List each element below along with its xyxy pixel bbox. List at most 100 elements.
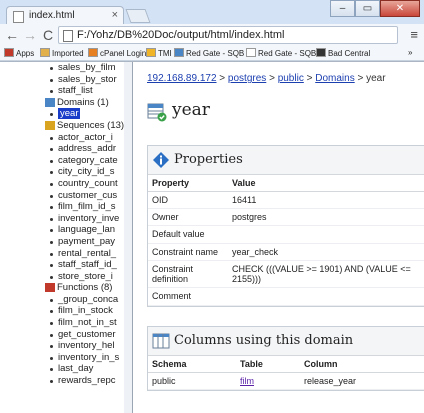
col-value-header: Value	[228, 175, 424, 192]
bookmark-item[interactable]: cPanel Login	[88, 48, 146, 58]
breadcrumb-schema-link[interactable]: public	[278, 73, 304, 84]
bookmarks-bar: Apps Imported cPanel Login TMI Red Gate - SQ…	[0, 46, 424, 61]
bookmark-icon	[40, 48, 50, 57]
tree-item-label: store_store_i	[58, 270, 113, 282]
bookmark-label: Bad Central	[328, 49, 371, 58]
tree-item[interactable]: inventory_inve	[0, 213, 124, 225]
new-tab-button[interactable]	[125, 9, 151, 23]
tree-item[interactable]: sales_by_film	[0, 62, 124, 74]
bookmark-label: Red Gate - SQB 6	[186, 49, 251, 58]
property-property-cell: Comment	[148, 287, 228, 306]
restore-button[interactable]: ▭	[355, 0, 380, 17]
tree-item-label: city_city_id_s	[58, 166, 115, 178]
column-cell: release_year	[300, 372, 424, 390]
tree-item[interactable]: get_customer	[0, 329, 124, 341]
bookmark-icon	[88, 48, 98, 57]
tree-group-label: Sequences (13)	[57, 119, 125, 131]
tree-item[interactable]: store_store_i	[0, 271, 124, 283]
tree-item[interactable]: actor_actor_i	[0, 132, 124, 144]
navigation-tree-pane[interactable]: sales_by_film sales_by_stor staff_list Doma…	[0, 62, 125, 413]
bookmark-item[interactable]: Apps	[4, 48, 34, 58]
tree-group[interactable]: Domains (1)	[0, 97, 124, 109]
pane-splitter[interactable]	[124, 62, 133, 413]
tree-item-label: film_film_id_s	[58, 201, 116, 213]
columns-icon	[152, 333, 170, 349]
tree-item[interactable]: film_not_in_st	[0, 317, 124, 329]
property-property-cell: Constraint name	[148, 243, 228, 261]
bookmark-item[interactable]: Red Gate - SQB 6	[174, 48, 251, 58]
property-property-cell: Constraint definition	[148, 260, 228, 288]
breadcrumb-domains-link[interactable]: Domains	[315, 73, 354, 84]
main-pane: 192.168.89.172 > postgres > public > Dom…	[134, 62, 424, 413]
tree-item[interactable]: year	[0, 108, 124, 120]
reload-icon[interactable]: C	[40, 27, 56, 43]
address-bar[interactable]: F:/Yohz/DB%20Doc/output/html/index.html	[58, 26, 398, 44]
tree-item-label: inventory_hel	[58, 340, 115, 352]
minimize-button[interactable]: –	[330, 0, 355, 17]
tab-close-icon[interactable]: ×	[112, 9, 118, 21]
bookmark-icon	[4, 48, 14, 57]
tree-group[interactable]: Sequences (13)	[0, 120, 124, 132]
bookmark-item[interactable]: Imported	[40, 48, 84, 58]
bookmark-item[interactable]: Red Gate - SQB 7	[246, 48, 323, 58]
content-area: sales_by_film sales_by_stor staff_list Doma…	[0, 61, 424, 413]
tree-item[interactable]: language_lan	[0, 224, 124, 236]
tab-strip: index.html × – ▭ ✕	[0, 0, 424, 24]
tree-item[interactable]: last_day	[0, 363, 124, 375]
columns-using-panel: Columns using this domain Schema Table C…	[147, 326, 424, 391]
properties-header: Properties	[148, 146, 424, 175]
tree-item[interactable]: _group_conca	[0, 294, 124, 306]
bookmark-label: cPanel Login	[100, 49, 147, 58]
tree-item[interactable]: film_film_id_s	[0, 201, 124, 213]
tree-item[interactable]: customer_cus	[0, 190, 124, 202]
tree-item[interactable]: inventory_in_s	[0, 352, 124, 364]
tree-item-label: sales_by_film	[58, 62, 116, 73]
col-property-header: Property	[148, 175, 228, 192]
tree-item[interactable]: inventory_hel	[0, 340, 124, 352]
property-property-cell: OID	[148, 191, 228, 209]
tree-item[interactable]: rental_rental_	[0, 248, 124, 260]
tree-item-label: language_lan	[58, 224, 116, 236]
browser-toolbar: ← → C F:/Yohz/DB%20Doc/output/html/index…	[0, 24, 424, 46]
bookmarks-more-icon[interactable]: »	[408, 48, 412, 57]
bookmark-icon	[246, 48, 256, 57]
bookmark-item[interactable]: TMI	[146, 48, 172, 58]
tab-title: index.html	[29, 10, 75, 21]
breadcrumb-host-link[interactable]: 192.168.89.172	[147, 73, 217, 84]
tree-item[interactable]: rewards_repc	[0, 375, 124, 387]
table-link[interactable]: film	[240, 376, 254, 386]
tree-item[interactable]: category_cate	[0, 155, 124, 167]
tree-item-label: film_in_stock	[58, 305, 113, 317]
table-row: Constraint name year_check	[148, 243, 424, 261]
bookmark-item[interactable]: Bad Central	[316, 48, 370, 58]
property-value-cell: postgres	[228, 208, 424, 226]
bookmark-label: Imported	[52, 49, 84, 58]
tree-item-label: rental_rental_	[58, 247, 117, 259]
property-property-cell: Default value	[148, 225, 228, 244]
property-value-cell: 16411	[228, 191, 424, 209]
menu-icon[interactable]: ≡	[410, 27, 418, 42]
bookmark-icon	[174, 48, 184, 57]
col-column-header: Column	[300, 356, 424, 373]
tree-group[interactable]: Functions (8)	[0, 282, 124, 294]
breadcrumb-separator: >	[269, 73, 275, 84]
tree-item-label: payment_pay	[58, 235, 116, 247]
tree-item[interactable]: payment_pay	[0, 236, 124, 248]
close-window-button[interactable]: ✕	[380, 0, 420, 17]
tree-item[interactable]: city_city_id_s	[0, 166, 124, 178]
table-row: OID 16411	[148, 191, 424, 209]
window-controls: – ▭ ✕	[330, 0, 420, 18]
back-icon[interactable]: ←	[4, 27, 20, 43]
tree-item[interactable]: film_in_stock	[0, 305, 124, 317]
breadcrumb-db-link[interactable]: postgres	[228, 73, 266, 84]
table-cell: film	[236, 372, 300, 390]
tab-index-html[interactable]: index.html ×	[6, 6, 124, 24]
forward-icon[interactable]: →	[22, 27, 38, 43]
page-title-text: year	[172, 100, 210, 120]
tree-item[interactable]: staff_list	[0, 85, 124, 97]
tree-item-label: category_cate	[58, 154, 118, 166]
tree-item[interactable]: sales_by_stor	[0, 74, 124, 86]
tree-item[interactable]: address_addr	[0, 143, 124, 155]
tree-item[interactable]: country_count	[0, 178, 124, 190]
tree-item[interactable]: staff_staff_id_	[0, 259, 124, 271]
